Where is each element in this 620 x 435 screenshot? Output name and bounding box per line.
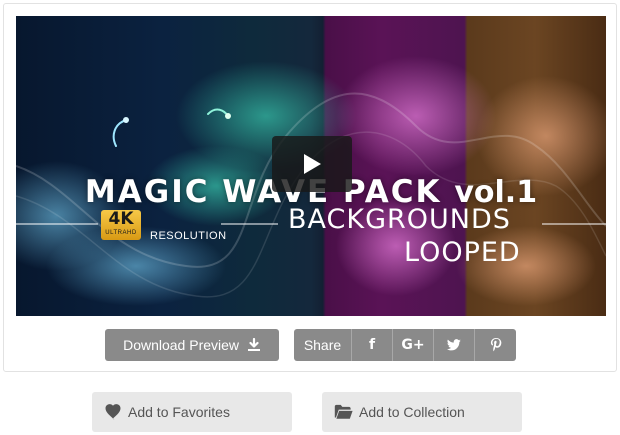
twitter-icon [447,339,461,351]
heart-icon [105,404,121,420]
googleplus-icon: G+ [401,337,425,353]
pinterest-icon [490,338,501,352]
video-card: MAGIC WAVE PACK vol.1 4K ULTRAHD RESOLUT… [3,3,617,372]
download-preview-label: Download Preview [123,337,240,353]
4k-badge-subtext: ULTRAHD [105,230,137,236]
play-button[interactable] [272,136,352,192]
add-to-collection-label: Add to Collection [359,404,465,420]
play-icon [304,154,321,174]
download-preview-button[interactable]: Download Preview [105,329,279,361]
googleplus-share-button[interactable]: G+ [393,329,434,361]
add-to-collection-button[interactable]: Add to Collection [322,392,522,432]
download-icon [247,338,260,352]
resolution-label: RESOLUTION [150,230,227,242]
folder-icon [334,404,353,419]
share-button[interactable]: Share [294,329,352,361]
facebook-share-button[interactable]: f [352,329,393,361]
pinterest-share-button[interactable] [475,329,516,361]
4k-badge: 4K ULTRAHD [101,210,141,240]
twitter-share-button[interactable] [434,329,475,361]
share-button-group: Share f G+ [294,329,516,361]
4k-badge-text: 4K [108,209,134,229]
subtitle-backgrounds: BACKGROUNDS [288,204,511,235]
add-to-favorites-button[interactable]: Add to Favorites [92,392,292,432]
subtitle-looped: LOOPED [404,237,521,268]
video-preview[interactable]: MAGIC WAVE PACK vol.1 4K ULTRAHD RESOLUT… [16,16,606,316]
add-to-favorites-label: Add to Favorites [128,404,230,420]
facebook-icon: f [368,337,376,353]
